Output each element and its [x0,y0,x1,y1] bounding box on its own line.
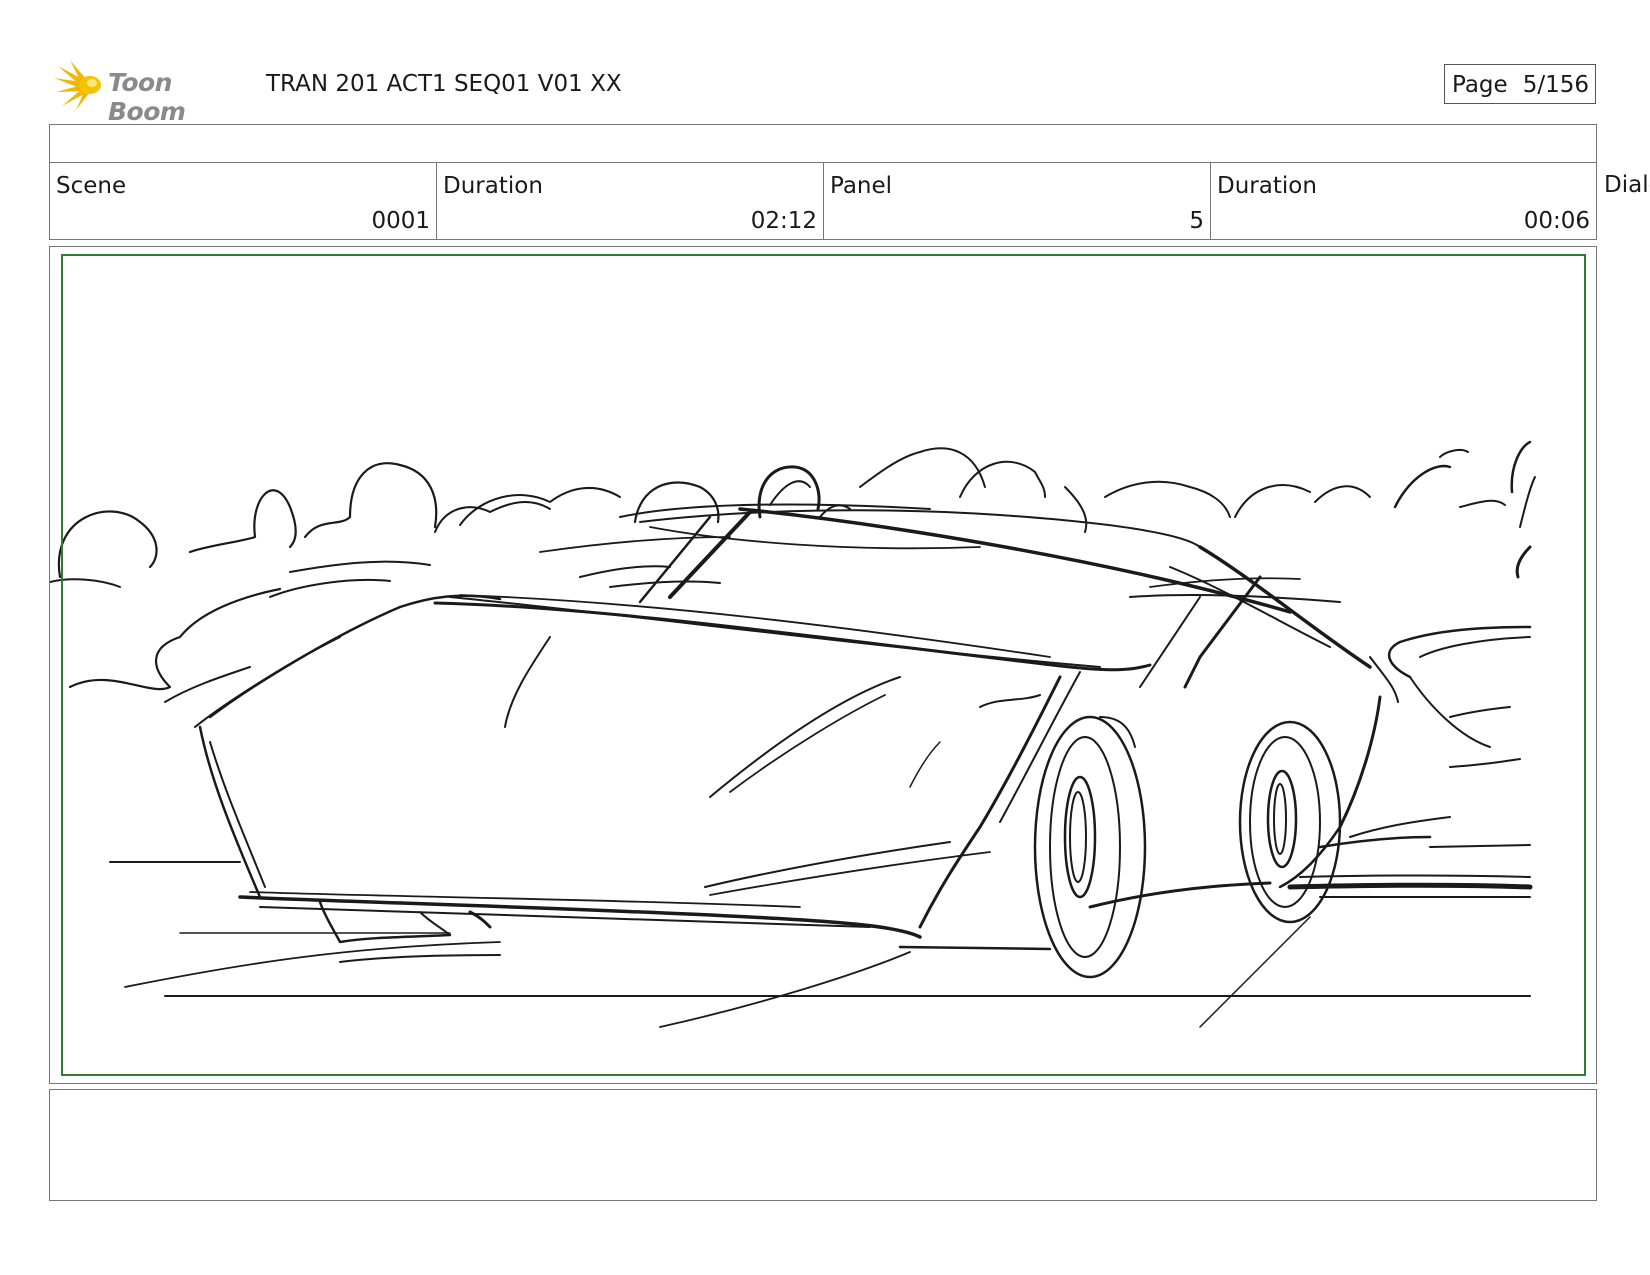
scene-duration-label: Duration [443,173,543,199]
toon-boom-logo: Toon Boom [52,58,252,126]
scene-duration-value: 02:12 [750,208,817,234]
page-number: 5/156 [1522,72,1589,98]
document-title: TRAN 201 ACT1 SEQ01 V01 XX [266,71,622,97]
sun-burst-icon [54,60,101,110]
panel-info-row: Scene 0001 Duration 02:12 Panel 5 Durati… [49,162,1597,240]
safe-frame [61,254,1586,1076]
scene-duration-cell: Duration 02:12 [436,162,824,240]
logo-wordmark: Toon Boom [108,68,186,126]
scene-label: Scene [56,173,127,199]
scene-cell: Scene 0001 [49,162,437,240]
action-notes-box [49,1089,1597,1201]
panel-label: Panel [830,173,893,199]
sequence-bar [49,124,1597,163]
panel-duration-value: 00:06 [1523,208,1590,234]
scene-value: 0001 [371,208,430,234]
panel-cell: Panel 5 [823,162,1211,240]
page-label: Page [1452,72,1508,98]
panel-value: 5 [1189,208,1204,234]
dialog-label: Dialo [1604,172,1650,198]
panel-duration-cell: Duration 00:06 [1210,162,1597,240]
page-indicator: Page 5/156 [1444,64,1596,104]
panel-duration-label: Duration [1217,173,1317,199]
